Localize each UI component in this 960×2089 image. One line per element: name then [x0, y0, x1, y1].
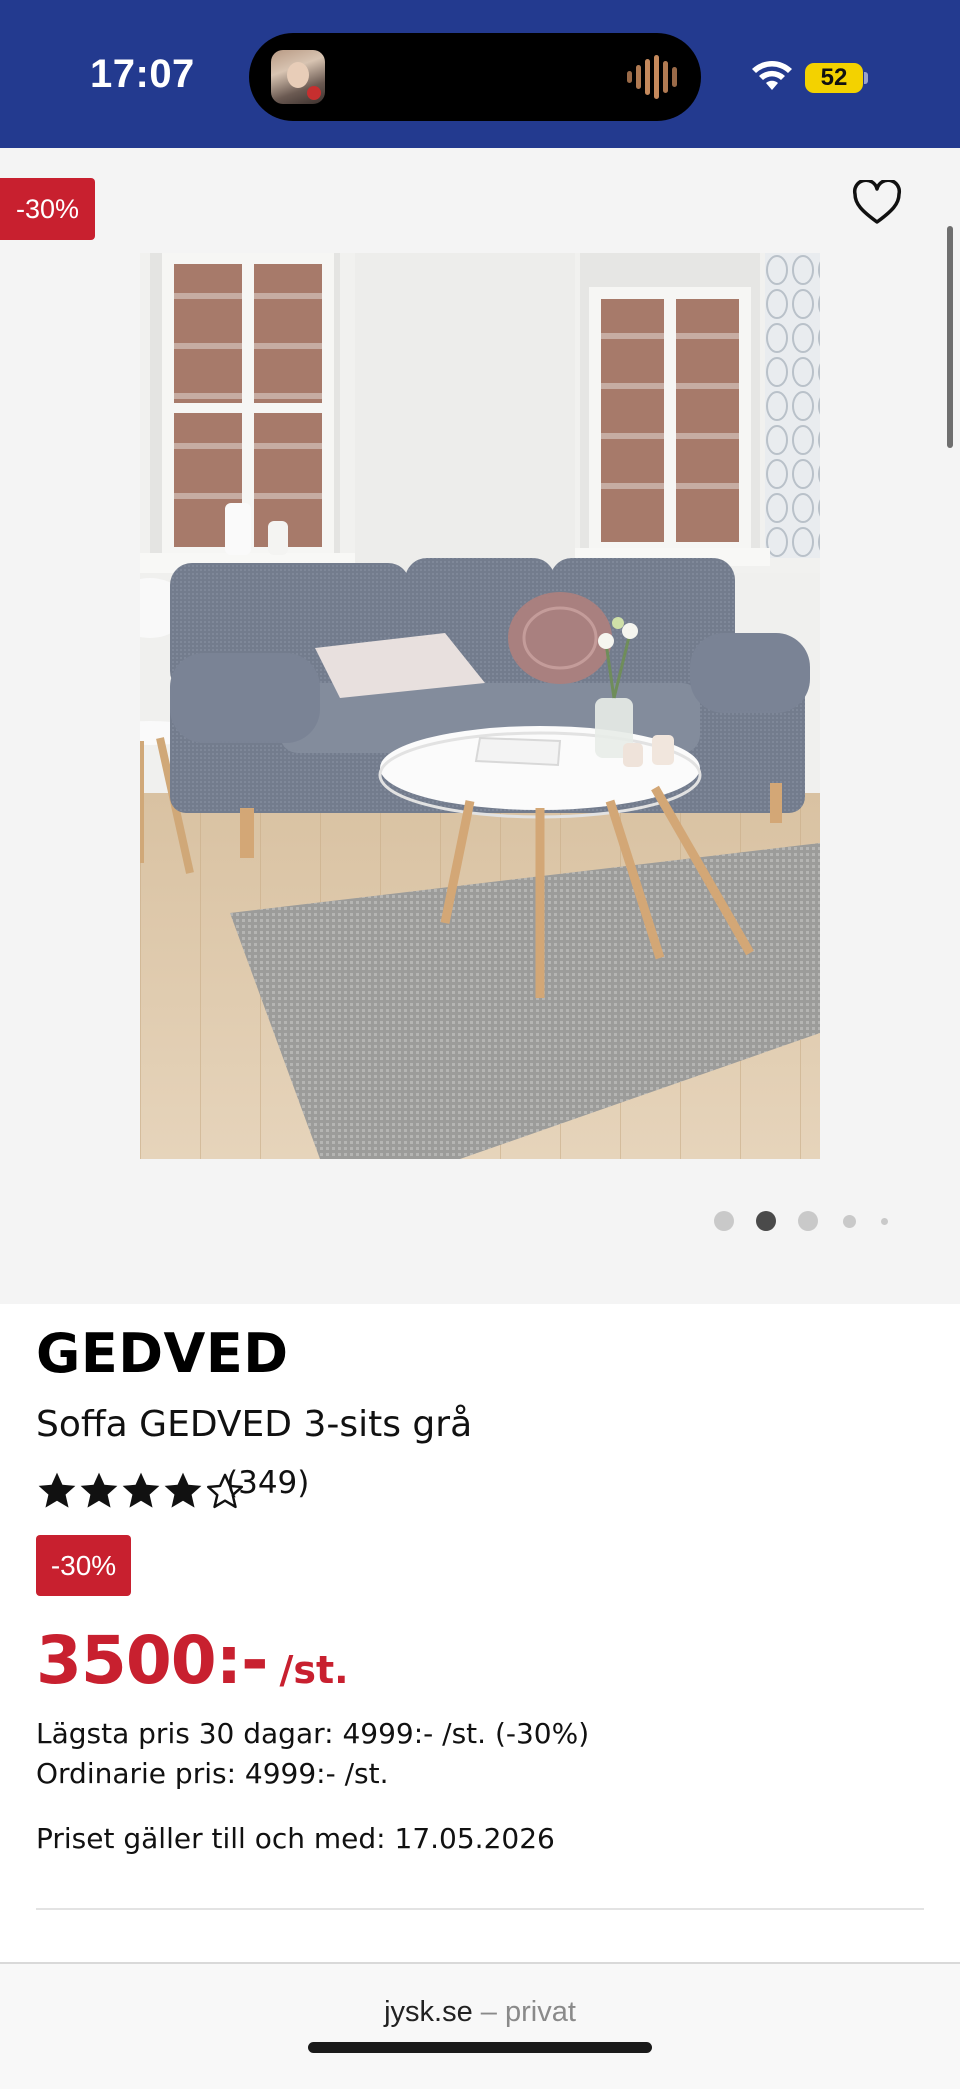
- product-name: Soffa GEDVED 3-sits grå: [36, 1404, 473, 1445]
- star-filled-icon: [122, 1472, 160, 1508]
- now-playing-artwork: [271, 50, 325, 104]
- gallery-discount-flag: -30%: [0, 178, 95, 240]
- home-indicator[interactable]: [308, 2042, 652, 2053]
- regular-price: Ordinarie pris: 4999:- /st.: [36, 1757, 389, 1790]
- price-valid-until: Priset gäller till och med: 17.05.2026: [36, 1822, 555, 1855]
- review-count[interactable]: (349): [226, 1465, 309, 1501]
- pagination-dot[interactable]: [881, 1218, 888, 1225]
- dynamic-island[interactable]: [249, 33, 701, 121]
- pagination-dot-active[interactable]: [756, 1211, 776, 1231]
- price-row: 3500:-/st.: [36, 1622, 349, 1702]
- star-filled-icon: [80, 1472, 118, 1508]
- url-domain: jysk.se: [384, 1996, 473, 2028]
- status-bar: 17:07 52: [0, 0, 960, 148]
- lowest-price-30-days: Lägsta pris 30 dagar: 4999:- /st. (-30%): [36, 1717, 590, 1750]
- heart-icon[interactable]: [852, 180, 902, 226]
- product-brand: GEDVED: [36, 1322, 289, 1385]
- pagination-dot[interactable]: [843, 1215, 856, 1228]
- divider: [36, 1908, 924, 1910]
- audio-waveform-icon: [627, 55, 677, 99]
- battery-level: 52: [805, 63, 863, 93]
- scrollbar-thumb[interactable]: [947, 226, 953, 448]
- discount-badge: -30%: [36, 1535, 131, 1596]
- address-bar-url[interactable]: jysk.se – privat: [0, 1996, 960, 2029]
- url-separator: –: [472, 1996, 505, 2028]
- pagination-dot[interactable]: [798, 1211, 818, 1231]
- url-scope: privat: [504, 1996, 576, 2028]
- star-filled-icon: [164, 1472, 202, 1508]
- star-filled-icon: [38, 1472, 76, 1508]
- price: 3500:-: [36, 1622, 268, 1699]
- status-time: 17:07: [90, 52, 195, 96]
- product-gallery[interactable]: -30%: [0, 148, 960, 1304]
- product-image[interactable]: [140, 253, 820, 1159]
- pagination-dot[interactable]: [714, 1211, 734, 1231]
- browser-address-bar[interactable]: jysk.se – privat: [0, 1962, 960, 2089]
- battery-cap: [864, 72, 868, 84]
- wifi-icon: [752, 61, 792, 90]
- price-unit: /st.: [279, 1648, 349, 1692]
